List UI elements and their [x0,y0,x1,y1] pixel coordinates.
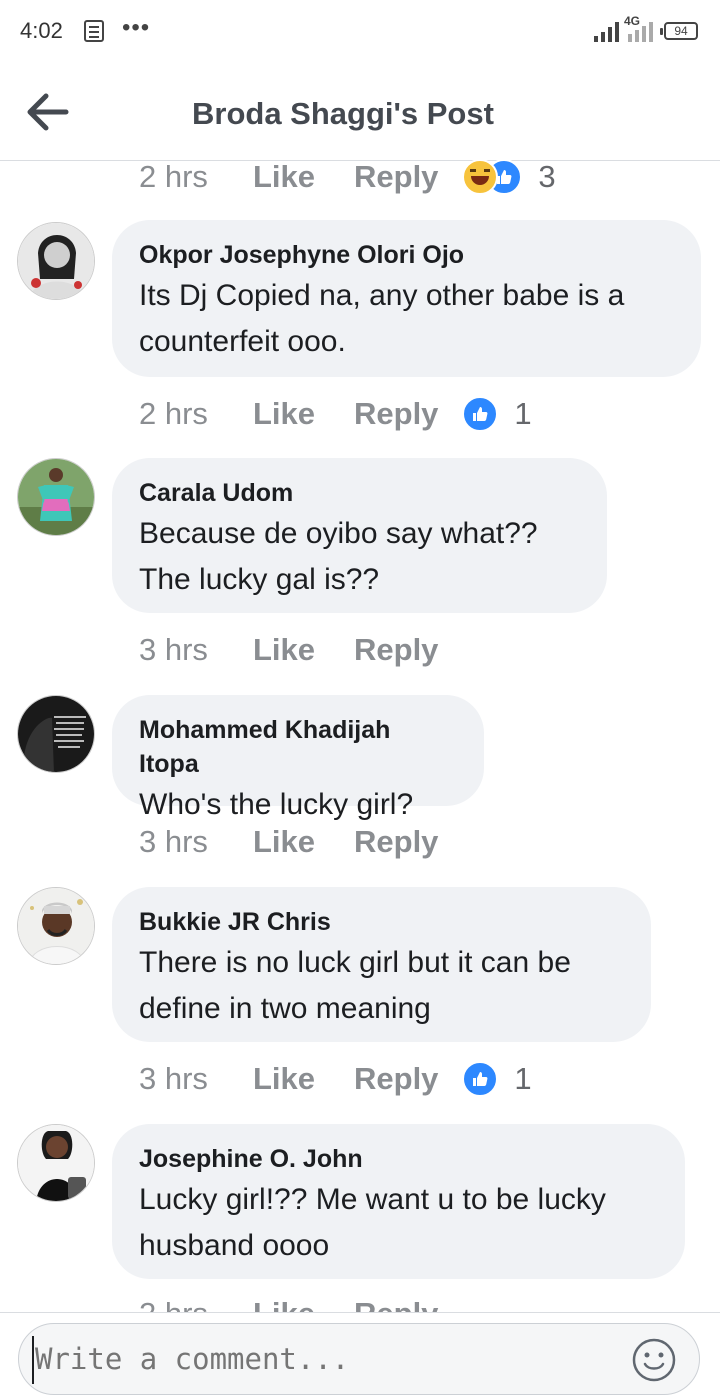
comment-time: 3 hrs [139,632,208,667]
more-notifications-icon: ••• [122,14,151,41]
reply-button[interactable]: Reply [354,632,438,668]
like-button[interactable]: Like [253,1296,354,1312]
avatar[interactable] [17,887,95,965]
reaction-count: 1 [514,1061,532,1096]
like-button[interactable]: Like [253,160,354,195]
comment-author[interactable]: Bukkie JR Chris [139,905,623,939]
comment-text-line: Because de oyibo say what?? [139,517,538,550]
reactions-summary[interactable]: 1 [462,1061,532,1097]
reactions-summary[interactable]: 1 [462,396,532,432]
back-arrow-icon [27,93,69,131]
status-bar: 4:02 ••• 4G 94 [0,0,720,64]
reply-button[interactable]: Reply [354,160,438,195]
notification-icon [84,20,104,42]
signal-2-icon [628,20,653,42]
reply-button[interactable]: Reply [354,396,438,432]
comment-bubble[interactable]: Okpor Josephyne Olori Ojo Its Dj Copied … [112,220,701,377]
comment-actions: 2 hrs Like Reply 1 [139,394,532,434]
comment-bubble[interactable]: Josephine O. John Lucky girl!?? Me want … [112,1124,685,1279]
like-button[interactable]: Like [253,824,354,860]
reaction-count: 3 [538,160,556,194]
battery-icon: 94 [660,22,698,40]
status-time: 4:02 [20,18,63,43]
comment-actions: 2 hrs Like Reply [139,1294,438,1312]
comment-text-line: The lucky gal is?? [139,563,380,596]
reaction-count: 1 [514,396,532,431]
comment-author[interactable]: Josephine O. John [139,1142,657,1176]
avatar[interactable] [17,1124,95,1202]
app-header: Broda Shaggi's Post [0,64,720,161]
back-button[interactable] [24,92,72,132]
reactions-summary[interactable]: 3 [462,160,556,195]
comment-actions: 3 hrs Like Reply 1 [139,1059,532,1099]
like-icon [462,396,499,432]
like-button[interactable]: Like [253,1061,354,1097]
avatar[interactable] [17,695,95,773]
comment-text-line: Its Dj Copied na, any other babe is a [139,279,625,312]
comment-actions: 2 hrs Like Reply 3 [139,160,556,197]
comment-bubble[interactable]: Bukkie JR Chris There is no luck girl bu… [112,887,651,1042]
signal-icon [594,20,619,42]
emoji-button[interactable] [631,1337,677,1383]
comment-author[interactable]: Mohammed Khadijah Itopa [139,713,456,781]
comment-time: 2 hrs [139,396,208,431]
like-button[interactable]: Like [253,396,354,432]
comment-input-container[interactable] [18,1323,700,1395]
comment-text-line: Who's the lucky girl? [139,788,414,821]
comment-text-line: Lucky girl!?? Me want u to be lucky [139,1183,606,1216]
like-button[interactable]: Like [253,632,354,668]
comment-actions: 3 hrs Like Reply [139,822,438,862]
comment-bubble[interactable]: Carala Udom Because de oyibo say what?? … [112,458,607,613]
comment-author[interactable]: Okpor Josephyne Olori Ojo [139,238,673,272]
reply-button[interactable]: Reply [354,1061,438,1097]
avatar[interactable] [17,222,95,300]
like-icon [462,1061,499,1097]
comment-time: 3 hrs [139,824,208,859]
smiley-icon [632,1338,676,1382]
comments-feed[interactable]: 2 hrs Like Reply 3 Okpor Josephyne Olori… [0,160,720,1312]
comment-author[interactable]: Carala Udom [139,476,579,510]
comment-bubble[interactable]: Mohammed Khadijah Itopa Who's the lucky … [112,695,484,821]
comment-text-line: There is no luck girl but it can be [139,946,571,979]
comment-time: 2 hrs [139,160,208,194]
comment-time: 3 hrs [139,1061,208,1096]
reply-button[interactable]: Reply [354,1296,438,1312]
avatar[interactable] [17,458,95,536]
comment-text-line: define in two meaning [139,992,431,1025]
reply-button[interactable]: Reply [354,824,438,860]
comment-time: 2 hrs [139,1296,253,1312]
comment-text-line: counterfeit ooo. [139,325,346,358]
comment-input[interactable] [33,1341,597,1377]
comment-actions: 3 hrs Like Reply [139,630,438,670]
comment-text-line: husband oooo [139,1229,330,1262]
comment-composer [0,1312,720,1399]
page-title: Broda Shaggi's Post [192,96,494,131]
